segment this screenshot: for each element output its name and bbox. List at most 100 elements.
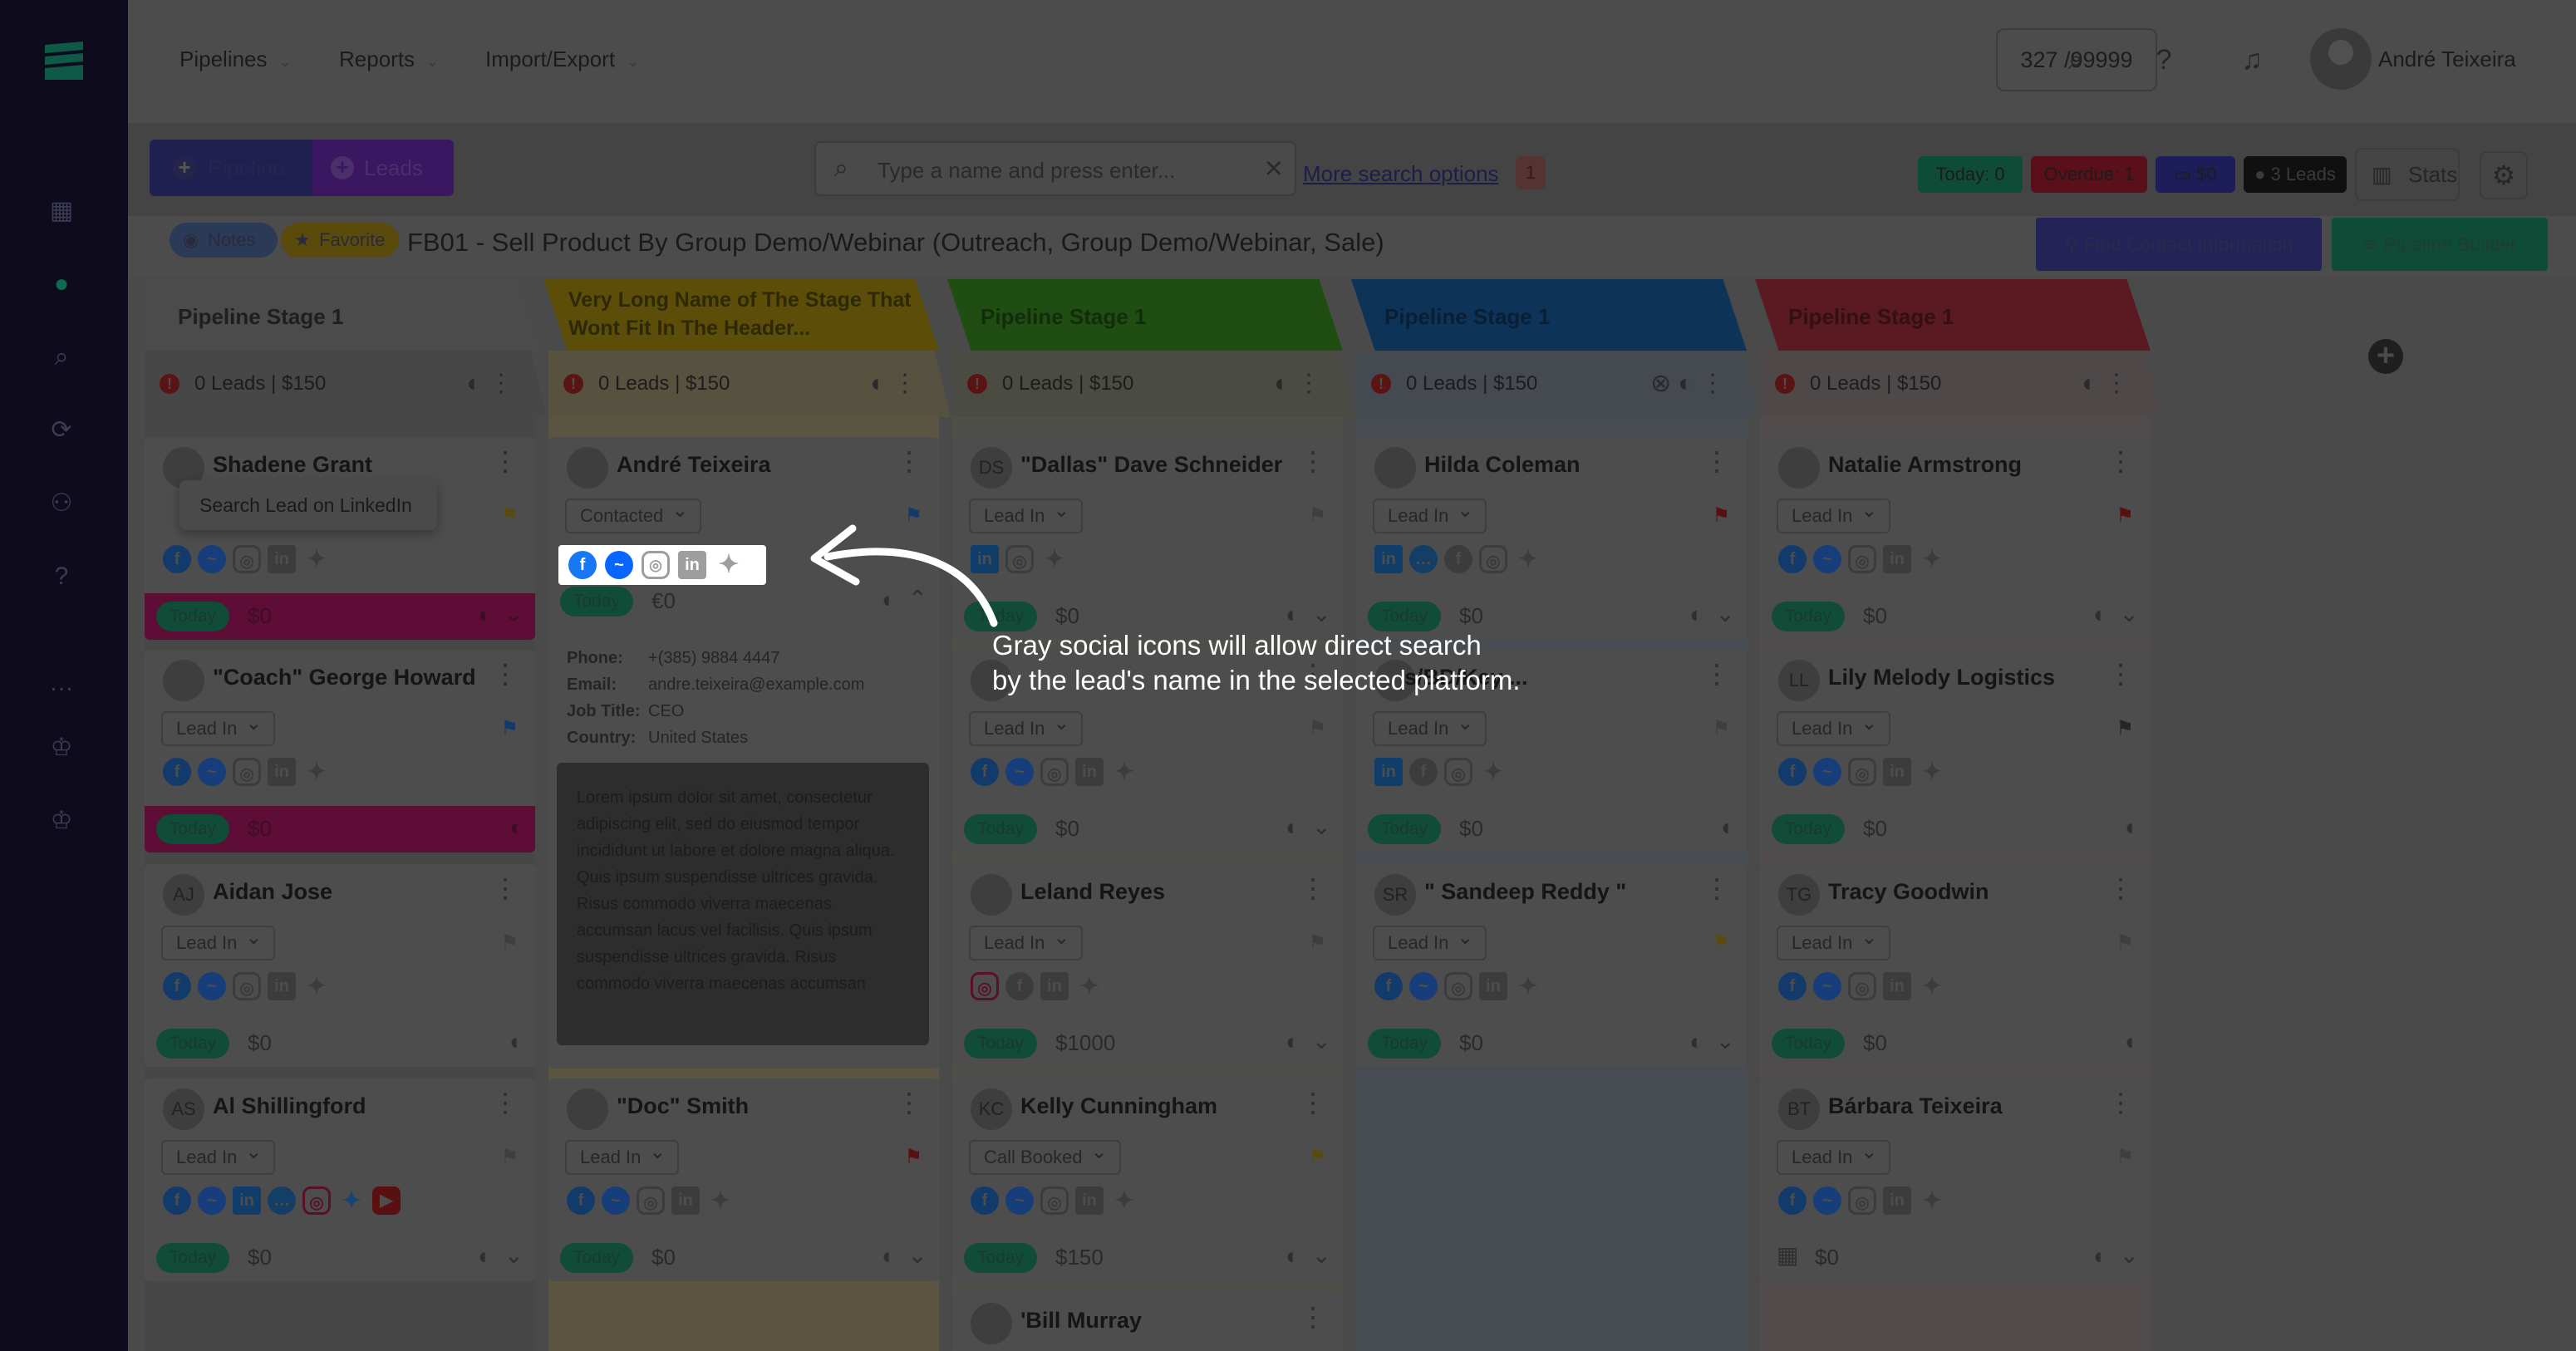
avatar[interactable]	[2310, 28, 2372, 90]
twitter-icon[interactable]: ✦	[1918, 758, 1946, 786]
twitter-icon[interactable]: ✦	[1918, 545, 1946, 573]
kebab-icon[interactable]: ⋮	[1300, 1301, 1326, 1333]
facebook-icon[interactable]: f	[1444, 545, 1472, 573]
calendar-icon[interactable]: ▦	[1777, 1241, 1798, 1269]
lead-card[interactable]: AS Al Shillingford ⋮ Lead In ⚑ f ~ in … …	[145, 1078, 535, 1281]
facebook-icon[interactable]: f	[1778, 758, 1807, 786]
palette-icon[interactable]: ◐	[1286, 814, 1300, 841]
today-pill[interactable]: Today	[560, 1243, 634, 1273]
settings-button[interactable]: ⚙	[2480, 151, 2528, 199]
messenger-icon[interactable]: ~	[1813, 972, 1841, 1000]
linkedin-icon[interactable]: in	[671, 1186, 700, 1215]
flag-icon[interactable]: ⚑	[2116, 931, 2134, 955]
linkedin-icon[interactable]: in	[1075, 758, 1104, 786]
pipeline-builder-button[interactable]: ≋ Pipeline Builder	[2332, 218, 2548, 271]
palette-kebab-icon[interactable]: ◐ ⋮	[871, 351, 917, 417]
facebook-icon[interactable]: f	[1778, 972, 1807, 1000]
chat-icon[interactable]: …	[268, 1186, 296, 1215]
stage-select[interactable]: Lead In	[1373, 708, 1487, 746]
stage-select[interactable]: Lead In	[1373, 922, 1487, 960]
lead-card[interactable]: Hilda Coleman ⋮ Lead In ⚑ in … f ◎ ✦ Tod…	[1356, 437, 1747, 640]
sync-icon[interactable]: ⟳	[43, 412, 80, 449]
lead-name[interactable]: Al Shillingford	[213, 1093, 366, 1119]
messenger-icon[interactable]: ~	[198, 758, 226, 786]
chat-icon[interactable]: …	[1409, 545, 1438, 573]
team-icon[interactable]: ⚇	[43, 485, 80, 522]
linkedin-icon[interactable]: in	[1374, 545, 1403, 573]
search-box[interactable]: ⌕ Type a name and press enter... ×	[814, 141, 1296, 196]
trophy-alt-icon[interactable]: ♔	[43, 803, 80, 839]
instagram-icon[interactable]: ◎	[1444, 972, 1472, 1000]
more-icon[interactable]: …	[43, 665, 80, 701]
stage-select[interactable]: Lead In	[1777, 495, 1891, 533]
flag-icon[interactable]: ⚑	[1308, 716, 1326, 740]
linkedin-icon[interactable]: in	[233, 1186, 261, 1215]
messenger-icon[interactable]: ~	[1005, 758, 1034, 786]
instagram-icon[interactable]: ◎	[233, 545, 261, 573]
lead-name[interactable]: " Sandeep Reddy "	[1424, 879, 1626, 905]
chevron-down-icon[interactable]: ⌄	[504, 1241, 524, 1269]
facebook-icon[interactable]: f	[163, 545, 191, 573]
palette-icon[interactable]: ◐	[1721, 814, 1735, 841]
stage-select[interactable]: Lead In	[161, 708, 276, 746]
facebook-icon[interactable]: f	[567, 1186, 595, 1215]
twitter-icon[interactable]: ✦	[706, 1186, 735, 1215]
flag-icon[interactable]: ⚑	[904, 1145, 922, 1169]
lead-card[interactable]: Natalie Armstrong ⋮ Lead In ⚑ f ~ ◎ in ✦…	[1760, 437, 2151, 640]
twitter-icon[interactable]: ✦	[1918, 972, 1946, 1000]
palette-icon[interactable]: ◐	[478, 602, 492, 628]
palette-icon[interactable]: ◐	[2093, 602, 2107, 628]
stage-select[interactable]: Lead In	[1777, 708, 1891, 746]
kebab-icon[interactable]: ⋮	[1703, 445, 1730, 477]
palette-icon[interactable]: ◐	[1689, 1029, 1703, 1055]
palette-icon[interactable]: ◐	[478, 1243, 492, 1270]
today-pill[interactable]: Today	[964, 1243, 1038, 1273]
twitter-icon[interactable]: ✦	[1075, 972, 1104, 1000]
instagram-icon[interactable]: ◎	[971, 972, 999, 1000]
stage-select[interactable]: Contacted	[565, 495, 702, 533]
calendar-icon[interactable]: ▦	[43, 193, 80, 229]
lead-name[interactable]: Lily Melody Logistics	[1828, 665, 2055, 690]
instagram-icon[interactable]: ◎	[642, 551, 670, 579]
lead-name[interactable]: Hilda Coleman	[1424, 452, 1581, 478]
overdue-badge[interactable]: Overdue: 1	[2031, 156, 2147, 193]
twitter-icon[interactable]: ✦	[1918, 1186, 1946, 1215]
linkedin-icon[interactable]: in	[268, 972, 296, 1000]
nav-reports[interactable]: Reports ⌄	[339, 47, 439, 72]
twitter-icon[interactable]: ✦	[1110, 758, 1138, 786]
flag-icon[interactable]: ⚑	[2116, 716, 2134, 740]
stage-select[interactable]: Lead In	[565, 1137, 680, 1175]
money-badge[interactable]: ▭ $0	[2156, 156, 2235, 193]
lead-name[interactable]: "Coach" George Howard	[213, 665, 476, 690]
messenger-icon[interactable]: ~	[198, 545, 226, 573]
help-icon[interactable]: ?	[2146, 42, 2182, 78]
chevron-down-icon[interactable]: ⌄	[1312, 813, 1331, 840]
search-icon[interactable]: ⌕	[43, 339, 80, 376]
facebook-icon[interactable]: f	[1778, 545, 1807, 573]
palette-icon[interactable]: ◐	[2125, 814, 2139, 841]
flag-icon[interactable]: ⚑	[500, 931, 519, 955]
search-input[interactable]: Type a name and press enter...	[878, 158, 1175, 184]
lead-card[interactable]: LL Lily Melody Logistics ⋮ Lead In ⚑ f ~…	[1760, 650, 2151, 852]
chevron-down-icon[interactable]: ⌄	[1312, 1241, 1331, 1269]
stage-select[interactable]: Lead In	[1373, 495, 1487, 533]
stage-select[interactable]: Lead In	[161, 922, 276, 960]
lead-name[interactable]: André Teixeira	[617, 452, 771, 478]
stage-select[interactable]: Lead In	[1777, 1137, 1891, 1175]
today-pill[interactable]: Today	[156, 1029, 230, 1059]
twitter-icon[interactable]: ✦	[1514, 545, 1542, 573]
messenger-icon[interactable]: ~	[198, 1186, 226, 1215]
flag-icon[interactable]: ⚑	[2116, 1145, 2134, 1169]
messenger-icon[interactable]: ~	[605, 551, 633, 579]
palette-kebab-icon[interactable]: ◐ ⋮	[2082, 351, 2129, 417]
facebook-icon[interactable]: f	[971, 1186, 999, 1215]
chevron-down-icon[interactable]: ⌄	[1716, 600, 1735, 627]
palette-kebab-icon[interactable]: ◐ ⋮	[467, 351, 514, 417]
lead-card[interactable]: KC Kelly Cunningham ⋮ Call Booked ⚑ f ~ …	[952, 1078, 1343, 1281]
stage-select[interactable]: Lead In	[969, 922, 1084, 960]
nav-pipelines[interactable]: Pipelines ⌄	[179, 47, 292, 72]
facebook-icon[interactable]: f	[163, 972, 191, 1000]
palette-icon[interactable]: ◐	[1286, 602, 1300, 628]
messenger-icon[interactable]: ~	[1813, 758, 1841, 786]
lead-name[interactable]: "Doc" Smith	[617, 1093, 749, 1119]
